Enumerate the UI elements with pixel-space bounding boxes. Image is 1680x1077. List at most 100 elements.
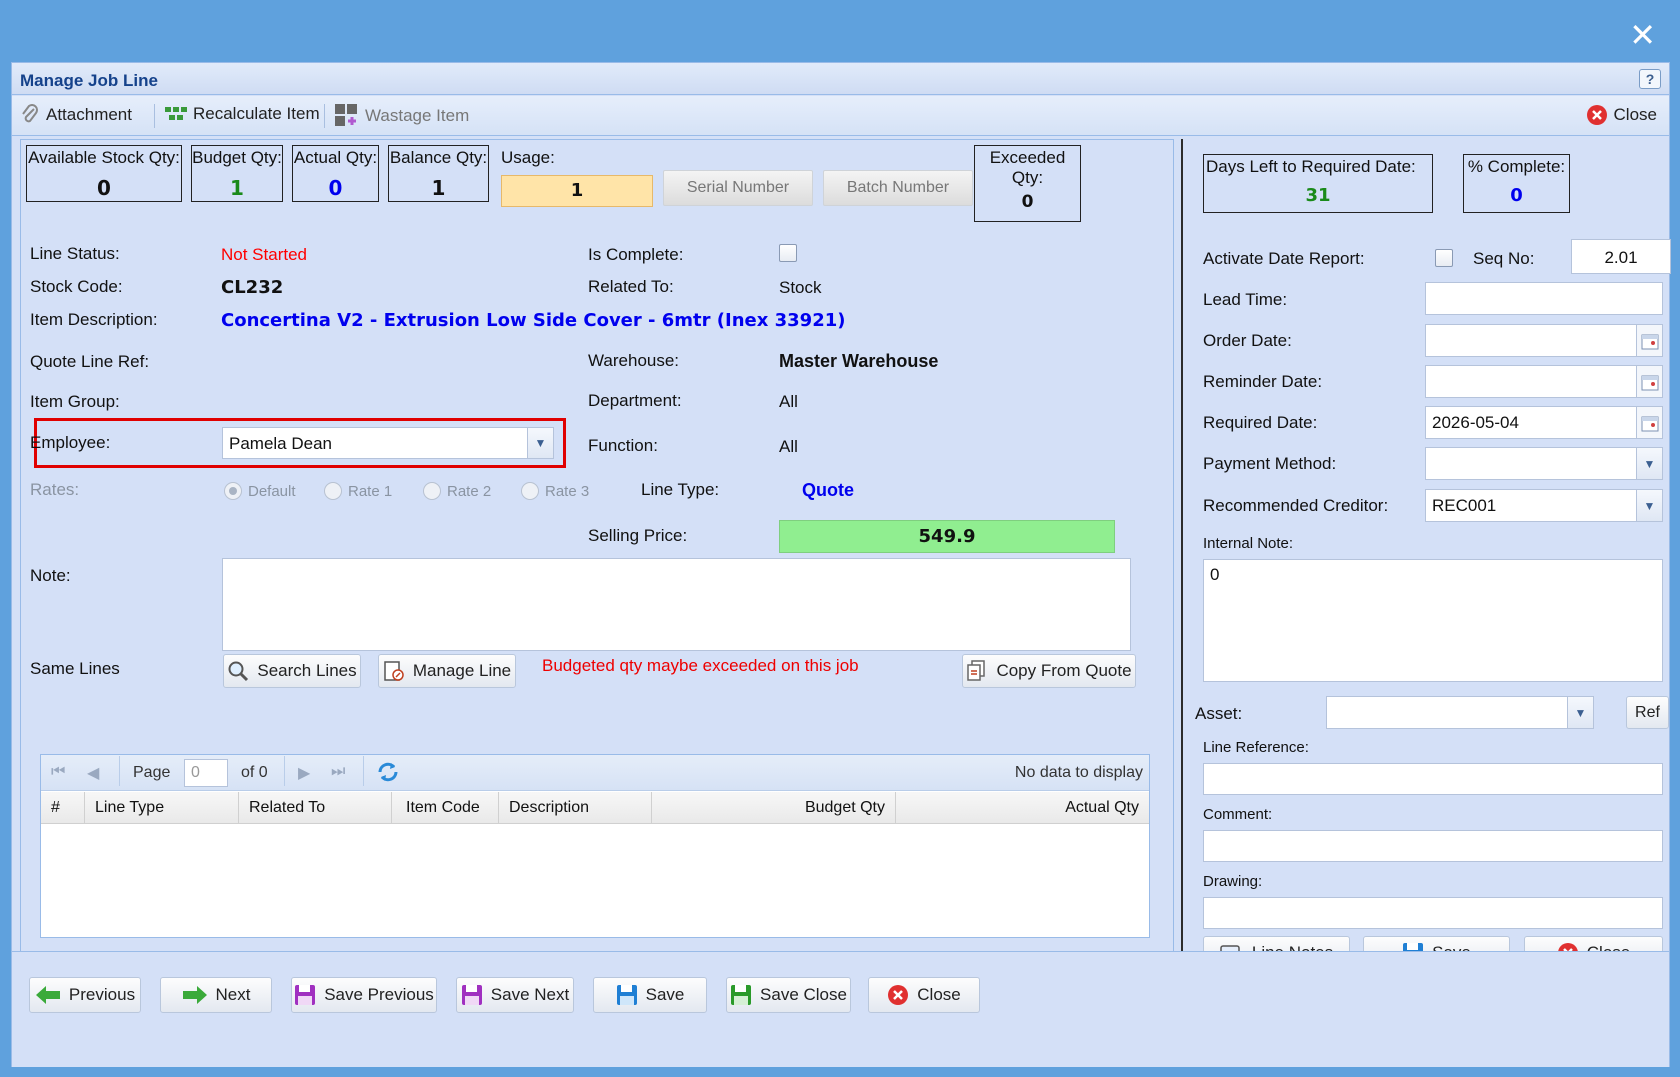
quote-line-ref-label: Quote Line Ref:: [30, 352, 150, 371]
column-header-item-code[interactable]: Item Code: [392, 792, 499, 824]
batch-number-button[interactable]: Batch Number: [823, 170, 973, 206]
actual-qty-box: Actual Qty: 0: [292, 145, 379, 202]
function-label: Function:: [588, 436, 658, 455]
manage-line-button[interactable]: Manage Line: [378, 654, 516, 688]
line-reference-input[interactable]: [1203, 763, 1663, 795]
percent-complete-box: % Complete: 0: [1463, 154, 1570, 213]
percent-complete-label: % Complete:: [1467, 157, 1566, 176]
column-header-actual-qty[interactable]: Actual Qty: [896, 792, 1149, 824]
save-previous-label: Save Previous: [324, 985, 434, 1004]
toolbar-divider: [154, 104, 155, 128]
seq-no-label: Seq No:: [1473, 249, 1535, 268]
manage-job-line-dialog: Manage Job Line ? Attachment Recalculate…: [11, 62, 1671, 1067]
required-date-input[interactable]: 2026-05-04: [1425, 406, 1663, 439]
footer-close-button[interactable]: Close: [868, 977, 980, 1013]
stock-code-value: CL232: [221, 277, 284, 298]
budget-qty-box: Budget Qty: 1: [191, 145, 283, 202]
help-icon[interactable]: ?: [1639, 69, 1661, 89]
toolbar-close-button[interactable]: Close: [1586, 104, 1657, 126]
column-header-line-type[interactable]: Line Type: [85, 792, 239, 824]
asset-ref-button[interactable]: Ref: [1626, 696, 1669, 729]
calendar-icon[interactable]: [1636, 407, 1662, 438]
window-close-icon[interactable]: ✕: [1629, 16, 1656, 54]
page-number-input[interactable]: 0: [184, 759, 228, 787]
rate-2-radio[interactable]: Rate 2: [423, 482, 491, 500]
asset-combobox[interactable]: ▼: [1326, 696, 1594, 729]
employee-label: Employee:: [30, 433, 111, 452]
internal-note-textarea[interactable]: 0: [1203, 559, 1663, 682]
previous-button[interactable]: Previous: [29, 977, 141, 1013]
attachment-button[interactable]: Attachment: [20, 104, 132, 126]
note-textarea[interactable]: [222, 558, 1131, 651]
footer-save-button[interactable]: Save: [593, 977, 707, 1013]
close-circle-icon: [888, 985, 909, 1005]
first-page-icon[interactable]: ⏮: [51, 763, 65, 781]
previous-page-icon[interactable]: ◀: [87, 763, 99, 783]
comment-input[interactable]: [1203, 830, 1663, 862]
dialog-title: Manage Job Line: [20, 71, 158, 90]
next-button[interactable]: Next: [160, 977, 272, 1013]
paperclip-icon: [22, 104, 38, 123]
payment-method-combobox[interactable]: ▼: [1425, 447, 1663, 480]
previous-label: Previous: [68, 985, 136, 1004]
manage-line-label: Manage Line: [412, 661, 512, 680]
usage-input[interactable]: 1: [501, 175, 653, 207]
reminder-date-input[interactable]: [1425, 365, 1663, 398]
column-header-budget-qty[interactable]: Budget Qty: [652, 792, 896, 824]
next-page-icon[interactable]: ▶: [298, 763, 310, 783]
recommended-creditor-combobox[interactable]: REC001 ▼: [1425, 489, 1663, 522]
line-status-value: Not Started: [221, 245, 307, 264]
activate-date-report-label: Activate Date Report:: [1203, 249, 1365, 268]
rate-3-radio[interactable]: Rate 3: [521, 482, 589, 500]
chevron-down-icon[interactable]: ▼: [527, 428, 553, 458]
seq-no-input[interactable]: 2.01: [1571, 239, 1671, 274]
column-header-related-to[interactable]: Related To: [239, 792, 392, 824]
recalculate-item-button[interactable]: Recalculate Item: [165, 104, 320, 124]
same-lines-grid: ⏮ ◀ Page 0 of 0 ▶ ⏭ No data to display #…: [40, 754, 1150, 938]
item-description-value: Concertina V2 - Extrusion Low Side Cover…: [221, 310, 846, 331]
activate-date-report-checkbox[interactable]: [1435, 249, 1453, 267]
rate-default-radio[interactable]: Default: [224, 482, 296, 500]
drawing-input[interactable]: [1203, 897, 1663, 929]
order-date-input[interactable]: [1425, 324, 1663, 357]
column-header-description[interactable]: Description: [499, 792, 652, 824]
footer-bar: Previous Next Save Previous Save Next Sa…: [12, 951, 1669, 1067]
balance-qty-box: Balance Qty: 1: [388, 145, 489, 202]
grid-pager: ⏮ ◀ Page 0 of 0 ▶ ⏭ No data to display: [41, 755, 1149, 791]
note-label: Note:: [30, 566, 71, 585]
exceeded-qty-value: 0: [1021, 192, 1034, 212]
is-complete-checkbox[interactable]: [779, 244, 797, 262]
required-date-label: Required Date:: [1203, 413, 1318, 432]
exceeded-qty-label: Exceeded Qty:: [989, 148, 1066, 187]
chevron-down-icon[interactable]: ▼: [1567, 697, 1593, 728]
calendar-icon[interactable]: [1636, 366, 1662, 397]
chevron-down-icon[interactable]: ▼: [1636, 448, 1662, 479]
copy-from-quote-button[interactable]: Copy From Quote: [962, 654, 1136, 688]
lead-time-input[interactable]: [1425, 282, 1663, 315]
wastage-icon: [335, 104, 357, 126]
rate-1-radio[interactable]: Rate 1: [324, 482, 392, 500]
serial-number-button[interactable]: Serial Number: [663, 170, 813, 206]
radio-selected-icon: [224, 482, 242, 500]
line-status-label: Line Status:: [30, 244, 120, 263]
search-lines-button[interactable]: Search Lines: [223, 654, 361, 688]
save-close-label: Save Close: [760, 985, 847, 1004]
save-previous-button[interactable]: Save Previous: [291, 977, 437, 1013]
available-stock-qty-box: Available Stock Qty: 0: [26, 145, 182, 202]
save-close-button[interactable]: Save Close: [726, 977, 851, 1013]
employee-combobox[interactable]: Pamela Dean ▼: [222, 427, 554, 459]
column-header-number[interactable]: #: [41, 792, 85, 824]
wastage-item-button[interactable]: Wastage Item: [335, 104, 469, 128]
footer-close-label: Close: [917, 985, 961, 1004]
calendar-icon[interactable]: [1636, 325, 1662, 356]
save-next-button[interactable]: Save Next: [456, 977, 574, 1013]
chevron-down-icon[interactable]: ▼: [1636, 490, 1662, 521]
reminder-date-label: Reminder Date:: [1203, 372, 1323, 391]
arrow-left-icon: [35, 986, 60, 1004]
search-lines-label: Search Lines: [257, 661, 357, 680]
refresh-icon[interactable]: [376, 760, 400, 789]
arrow-right-icon: [182, 986, 207, 1004]
rates-label: Rates:: [30, 480, 80, 499]
days-left-value: 31: [1305, 185, 1331, 206]
last-page-icon[interactable]: ⏭: [331, 763, 345, 781]
